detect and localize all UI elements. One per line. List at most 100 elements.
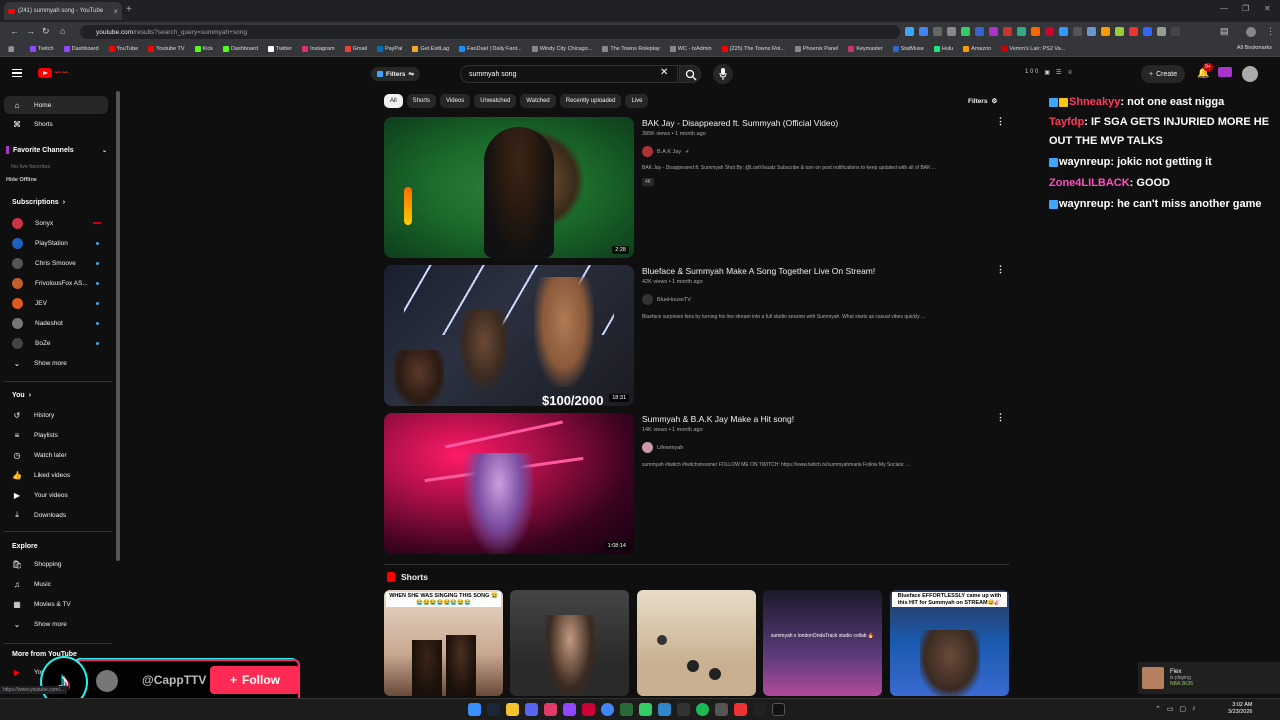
short-card[interactable] [637, 590, 756, 696]
minimize-icon[interactable]: — [1220, 4, 1228, 13]
video-channel[interactable]: Lifewmyah [642, 442, 683, 453]
sidebar-item-shorts[interactable]: ⌘ Shorts [4, 115, 108, 133]
sidebar-item-channel[interactable]: FrivolousFox AS... [4, 274, 108, 292]
browser-tab[interactable]: (241) summyah song - YouTube × [4, 2, 122, 20]
bookmark-item[interactable]: Gmail [344, 46, 367, 52]
bookmark-item[interactable]: FanDuel | Daily Fant... [459, 46, 522, 52]
search-input[interactable]: summyah song [460, 65, 678, 83]
app-icon[interactable] [753, 703, 766, 716]
filter-chip[interactable]: Live [625, 94, 649, 108]
bookmark-item[interactable]: PayPal [376, 46, 402, 52]
extension-icon[interactable] [1073, 27, 1082, 36]
bookmark-item[interactable]: Vemm's Lair: PS2 Va... [1001, 46, 1065, 52]
x-icon[interactable] [772, 703, 785, 716]
bookmark-item[interactable]: Get ExitLag [412, 46, 449, 52]
bookmark-item[interactable]: Amazon [963, 46, 991, 52]
video-channel[interactable]: BlueHouseTV [642, 294, 691, 305]
sidebar-item-channel[interactable]: PlayStation [4, 234, 108, 252]
filter-chip[interactable]: Videos [440, 94, 471, 108]
extension-icon[interactable] [1218, 67, 1232, 77]
sidebar-item-music[interactable]: ♫ Music [4, 575, 108, 593]
chrome-icon[interactable] [601, 703, 614, 716]
home-icon[interactable]: ⌂ [60, 26, 65, 36]
tab-close-icon[interactable]: × [113, 7, 118, 16]
extension-icon[interactable] [975, 27, 984, 36]
sidebar-item-watch-later[interactable]: ◷ Watch later [4, 446, 108, 464]
more-actions-icon[interactable]: ⋮ [996, 412, 1005, 423]
sidebar-item-channel[interactable]: JEV [4, 294, 108, 312]
video-thumbnail[interactable]: 1:08:14 [384, 413, 634, 554]
filter-chip[interactable]: Recently uploaded [559, 94, 622, 108]
app-icon[interactable] [544, 703, 557, 716]
app-icon[interactable] [582, 703, 595, 716]
extension-icon[interactable] [989, 27, 998, 36]
extension-icon[interactable] [1129, 27, 1138, 36]
filters-extension-button[interactable]: Filters ⇋ [371, 67, 420, 81]
extension-icon[interactable] [1059, 27, 1068, 36]
bookmark-item[interactable]: Hulu [933, 46, 953, 52]
video-thumbnail[interactable]: 2:28 [384, 117, 634, 258]
app-icon[interactable] [715, 703, 728, 716]
forward-icon[interactable]: → [26, 26, 35, 36]
sidebar-item-channel[interactable]: BoZe [4, 334, 108, 352]
subscriptions-header[interactable]: Subscriptions › [12, 199, 65, 206]
favorite-channels-header[interactable]: Favorite Channels ⌄ [6, 146, 107, 154]
show-more-explore[interactable]: ⌄ Show more [4, 615, 108, 633]
clear-search-icon[interactable]: ✕ [660, 67, 668, 78]
bookmark-item[interactable]: YouTube [108, 46, 138, 52]
url-field[interactable]: youtube.com/results?search_query=summyah… [80, 25, 900, 39]
sidebar-item-movies[interactable]: ▦ Movies & TV [4, 595, 108, 613]
you-header[interactable]: You › [12, 392, 31, 399]
bookmark-item[interactable]: StatMuse [892, 46, 924, 52]
new-tab-icon[interactable]: + [126, 4, 132, 15]
video-thumbnail[interactable]: $100/2000 18:31 [384, 265, 634, 406]
sidebar-item-like[interactable]: 👍 Liked videos [4, 466, 108, 484]
app-icon[interactable] [639, 703, 652, 716]
bookmark-item[interactable]: Keymaster [848, 46, 883, 52]
video-title[interactable]: BAK Jay - Disappeared ft. Summyah (Offic… [642, 118, 838, 128]
bookmark-item[interactable]: Dashboard [222, 46, 258, 52]
sidebar-item-playlists[interactable]: ≡ Playlists [4, 426, 108, 444]
spotify-icon[interactable] [696, 703, 709, 716]
close-window-icon[interactable]: ✕ [1264, 4, 1271, 13]
bookmark-item[interactable]: WC - txAdmin [669, 46, 712, 52]
app-icon[interactable] [658, 703, 671, 716]
search-filters-button[interactable]: Filters ⚙ [968, 97, 997, 106]
sidebar-item-history[interactable]: ↺ History [4, 406, 108, 424]
discord-icon[interactable] [525, 703, 538, 716]
create-button[interactable]: + Create [1141, 65, 1186, 83]
filter-chip[interactable]: Watched [520, 94, 556, 108]
bookmark-item[interactable]: Twitter [267, 46, 292, 52]
sidebar-item-channel[interactable]: Nadeshot [4, 314, 108, 332]
file-explorer-icon[interactable] [506, 703, 519, 716]
filter-chip[interactable]: Unwatched [474, 94, 517, 108]
extension-icon[interactable] [905, 27, 914, 36]
sidebar-item-home[interactable]: ⌂ Home [4, 96, 108, 114]
extension-icon[interactable] [919, 27, 928, 36]
bookmark-item[interactable]: Instagram [302, 46, 335, 52]
voice-search-button[interactable] [713, 64, 733, 84]
clock[interactable]: 3:02 AM 3/23/2026 [1228, 702, 1252, 716]
sidebar-item-your-videos[interactable]: ▶ Your videos [4, 486, 108, 504]
tray-chevron-icon[interactable]: ⌃ [1155, 705, 1161, 713]
speaker-icon[interactable]: ♪ [1192, 705, 1196, 713]
excel-icon[interactable] [620, 703, 633, 716]
extension-icon[interactable] [1017, 27, 1026, 36]
filter-chip[interactable]: Shorts [406, 94, 437, 108]
hamburger-menu-icon[interactable] [12, 69, 22, 77]
extension-icon[interactable] [947, 27, 956, 36]
trophy-icon[interactable]: ♕ [1067, 69, 1072, 76]
cast-icon[interactable]: ▣ [1044, 69, 1050, 76]
extension-icon[interactable] [1101, 27, 1110, 36]
tiktok-follow-button[interactable]: + Follow [210, 666, 300, 694]
bookmark-item[interactable]: (225) The Towns Rol... [721, 46, 785, 52]
bookmark-item[interactable]: Windy City Chicago... [531, 46, 592, 52]
sidebar-item-download[interactable]: ⤓ Downloads [4, 506, 108, 524]
twitch-icon[interactable] [563, 703, 576, 716]
app-icon[interactable] [734, 703, 747, 716]
extension-icon[interactable] [1115, 27, 1124, 36]
account-avatar[interactable] [1242, 66, 1258, 82]
more-actions-icon[interactable]: ⋮ [996, 116, 1005, 127]
hide-offline-toggle[interactable]: Hide Offline [6, 177, 37, 183]
sidebar-scrollbar[interactable] [116, 91, 120, 561]
